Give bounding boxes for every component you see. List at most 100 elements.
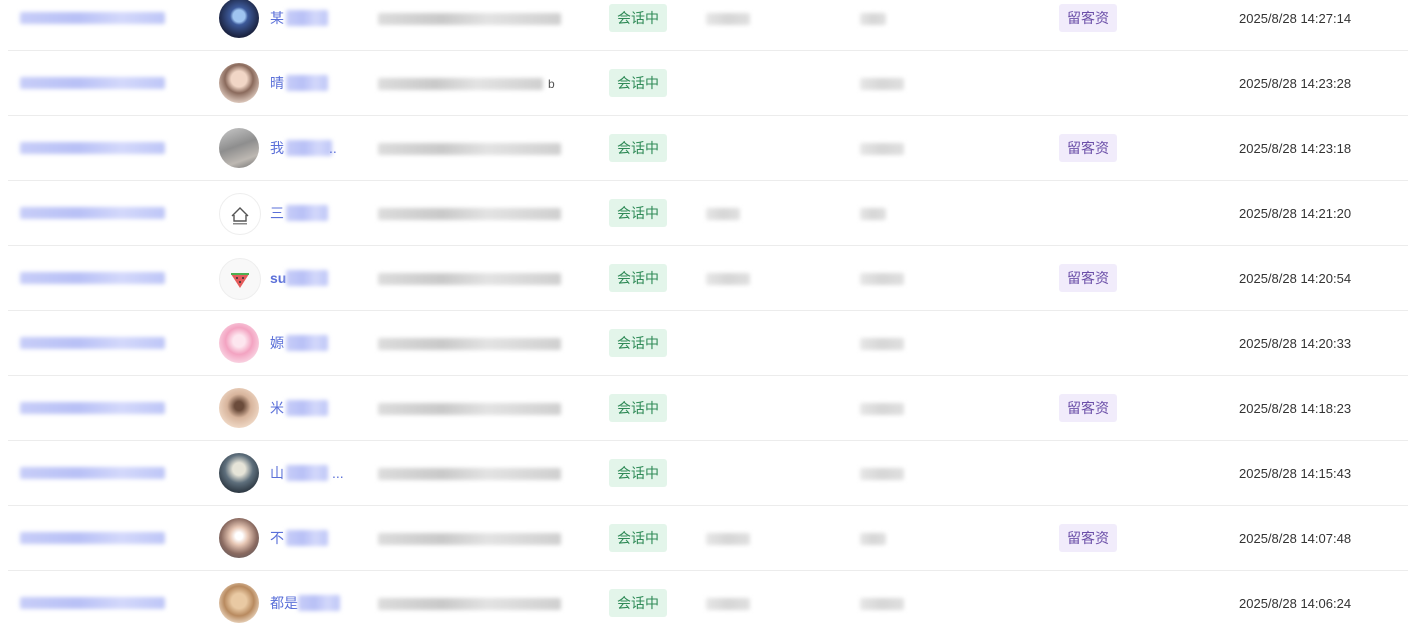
status-badge: 会话中 bbox=[609, 4, 667, 32]
customer-nickname[interactable]: 山 bbox=[270, 465, 284, 481]
nickname-redacted bbox=[298, 595, 340, 611]
source-redacted bbox=[860, 273, 904, 285]
session-time: 2025/8/28 14:20:54 bbox=[1239, 271, 1352, 286]
nickname-redacted bbox=[286, 140, 332, 156]
session-time: 2025/8/28 14:23:18 bbox=[1239, 141, 1352, 156]
nickname-redacted bbox=[286, 75, 328, 91]
source-redacted bbox=[860, 13, 886, 25]
source-redacted bbox=[860, 338, 904, 350]
account-id-redacted bbox=[378, 143, 561, 155]
status-badge: 会话中 bbox=[609, 264, 667, 292]
watermelon-avatar-icon bbox=[219, 258, 261, 300]
source-redacted bbox=[860, 533, 886, 545]
nickname-redacted bbox=[286, 465, 328, 481]
status-badge: 会话中 bbox=[609, 69, 667, 97]
blonde-avatar-icon bbox=[219, 453, 259, 493]
agent-redacted bbox=[706, 533, 750, 545]
status-badge: 会话中 bbox=[609, 524, 667, 552]
session-time: 2025/8/28 14:21:20 bbox=[1239, 206, 1352, 221]
status-badge: 会话中 bbox=[609, 199, 667, 227]
hat-avatar-icon bbox=[219, 583, 259, 623]
anime-logo-avatar-icon bbox=[219, 0, 259, 38]
status-badge: 会话中 bbox=[609, 329, 667, 357]
customer-nickname[interactable]: 三 bbox=[270, 205, 284, 221]
customer-nickname[interactable]: 我 bbox=[270, 140, 284, 156]
customer-nickname[interactable]: 嫄 bbox=[270, 335, 284, 351]
photo-avatar-icon bbox=[219, 128, 259, 168]
agent-redacted bbox=[706, 598, 750, 610]
account-id-redacted bbox=[378, 78, 543, 90]
session-id-redacted[interactable] bbox=[20, 337, 165, 349]
nickname-redacted bbox=[286, 10, 328, 26]
table-row[interactable]: 我.. 会话中 留客资 2025/8/28 14:23:18 bbox=[0, 116, 1408, 181]
table-row[interactable]: 都是 会话中 2025/8/28 14:06:24 bbox=[0, 571, 1408, 628]
nickname-redacted bbox=[286, 205, 328, 221]
lead-captured-badge: 留客资 bbox=[1059, 4, 1117, 32]
lead-captured-badge: 留客资 bbox=[1059, 134, 1117, 162]
customer-nickname[interactable]: su bbox=[270, 270, 286, 286]
table-row[interactable]: 某 会话中 留客资 2025/8/28 14:27:14 bbox=[0, 0, 1408, 51]
agent-redacted bbox=[706, 208, 740, 220]
account-id-redacted bbox=[378, 598, 561, 610]
account-id-redacted bbox=[378, 403, 561, 415]
nickname-redacted bbox=[286, 270, 328, 286]
session-id-redacted[interactable] bbox=[20, 142, 165, 154]
session-time: 2025/8/28 14:07:48 bbox=[1239, 531, 1352, 546]
table-row[interactable]: 晴 b 会话中 2025/8/28 14:23:28 bbox=[0, 51, 1408, 116]
table-row[interactable]: 山... 会话中 2025/8/28 14:15:43 bbox=[0, 441, 1408, 506]
nickname-ellipsis: ... bbox=[332, 465, 344, 481]
anime-girl-avatar-icon bbox=[219, 323, 259, 363]
source-redacted bbox=[860, 208, 886, 220]
source-redacted bbox=[860, 403, 904, 415]
session-id-redacted[interactable] bbox=[20, 272, 165, 284]
session-time: 2025/8/28 14:20:33 bbox=[1239, 336, 1352, 351]
agent-redacted bbox=[706, 273, 750, 285]
session-id-redacted[interactable] bbox=[20, 532, 165, 544]
customer-nickname[interactable]: 晴 bbox=[270, 75, 284, 91]
customer-nickname[interactable]: 某 bbox=[270, 10, 284, 26]
source-redacted bbox=[860, 143, 904, 155]
status-badge: 会话中 bbox=[609, 589, 667, 617]
account-id-redacted bbox=[378, 533, 561, 545]
source-redacted bbox=[860, 78, 904, 90]
lead-captured-badge: 留客资 bbox=[1059, 394, 1117, 422]
session-time: 2025/8/28 14:06:24 bbox=[1239, 596, 1352, 611]
session-time: 2025/8/28 14:27:14 bbox=[1239, 11, 1352, 26]
session-time: 2025/8/28 14:15:43 bbox=[1239, 466, 1352, 481]
agent-redacted bbox=[706, 13, 750, 25]
table-row[interactable]: 不 会话中 留客资 2025/8/28 14:07:48 bbox=[0, 506, 1408, 571]
session-id-redacted[interactable] bbox=[20, 12, 165, 24]
session-time: 2025/8/28 14:18:23 bbox=[1239, 401, 1352, 416]
session-id-redacted[interactable] bbox=[20, 77, 165, 89]
table-row[interactable]: 嫄 会话中 2025/8/28 14:20:33 bbox=[0, 311, 1408, 376]
session-id-redacted[interactable] bbox=[20, 402, 165, 414]
sunglasses-avatar-icon bbox=[219, 518, 259, 558]
account-id-redacted bbox=[378, 338, 561, 350]
portrait-avatar-icon bbox=[219, 63, 259, 103]
table-row[interactable]: 米 会话中 留客资 2025/8/28 14:18:23 bbox=[0, 376, 1408, 441]
session-id-redacted[interactable] bbox=[20, 597, 165, 609]
customer-nickname[interactable]: 不 bbox=[270, 530, 284, 546]
house-logo-avatar-icon bbox=[219, 193, 261, 235]
source-redacted bbox=[860, 468, 904, 480]
lead-captured-badge: 留客资 bbox=[1059, 524, 1117, 552]
account-id-redacted bbox=[378, 468, 561, 480]
nickname-redacted bbox=[286, 400, 328, 416]
lead-captured-badge: 留客资 bbox=[1059, 264, 1117, 292]
account-id-fragment: b bbox=[548, 77, 555, 91]
source-redacted bbox=[860, 598, 904, 610]
session-id-redacted[interactable] bbox=[20, 467, 165, 479]
nickname-redacted bbox=[286, 335, 328, 351]
customer-nickname[interactable]: 都是 bbox=[270, 595, 298, 611]
table-row[interactable]: su 会话中 留客资 2025/8/28 14:20:54 bbox=[0, 246, 1408, 311]
status-badge: 会话中 bbox=[609, 394, 667, 422]
session-id-redacted[interactable] bbox=[20, 207, 165, 219]
table-row[interactable]: 三 会话中 2025/8/28 14:21:20 bbox=[0, 181, 1408, 246]
nickname-ellipsis: .. bbox=[329, 140, 337, 156]
account-id-redacted bbox=[378, 208, 561, 220]
customer-nickname[interactable]: 米 bbox=[270, 400, 284, 416]
selfie-avatar-icon bbox=[219, 388, 259, 428]
account-id-redacted bbox=[378, 13, 561, 25]
session-time: 2025/8/28 14:23:28 bbox=[1239, 76, 1352, 91]
status-badge: 会话中 bbox=[609, 134, 667, 162]
